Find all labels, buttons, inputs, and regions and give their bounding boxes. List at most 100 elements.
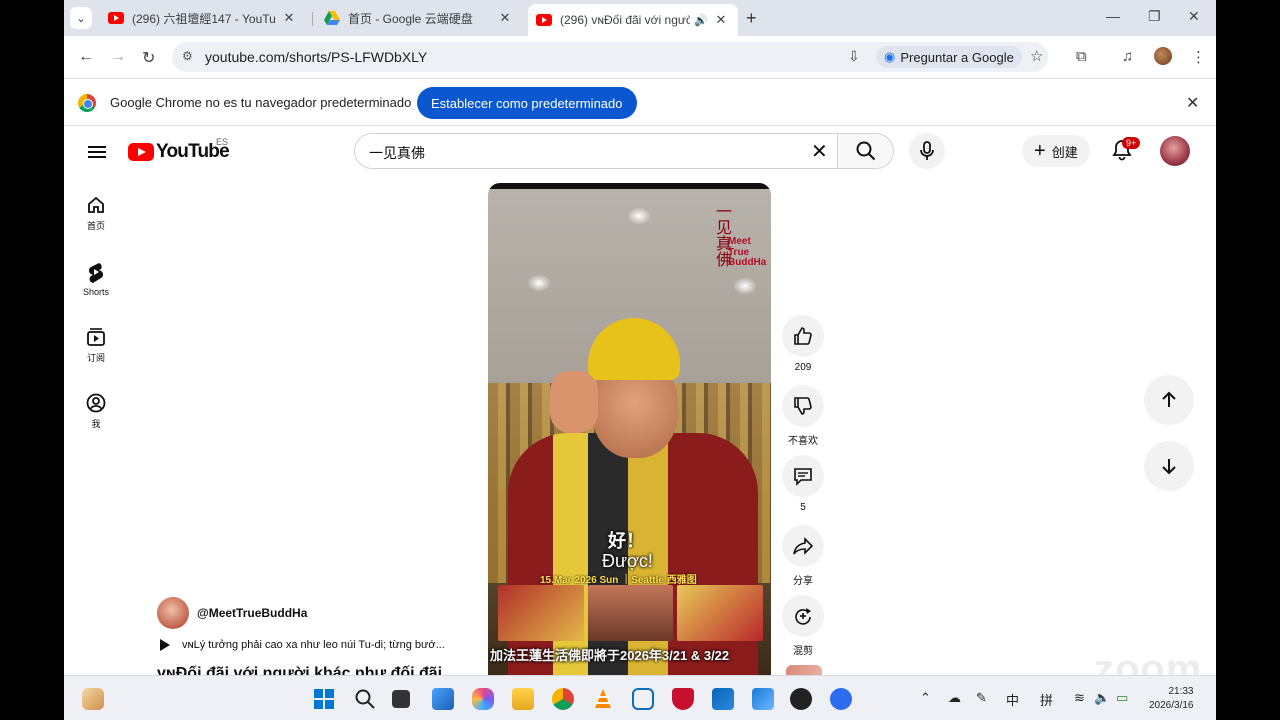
- battery-icon[interactable]: ▭: [1116, 690, 1128, 706]
- screen: ⌄ (296) 六祖壇經147 - YouTube ✕ 首页 - Google …: [64, 0, 1216, 720]
- shorts-icon: [88, 263, 104, 283]
- tab-youtube-active[interactable]: (296) vɴĐối đãi với người k 🔊 ✕: [528, 4, 738, 36]
- thumbs-up-icon: [794, 327, 812, 345]
- thumbs-down-icon: [794, 397, 812, 415]
- music-row[interactable]: vɴLý tưởng phải cao xa như leo núi Tu-di…: [160, 639, 445, 651]
- ceiling-light: [628, 208, 650, 224]
- app-cube-icon[interactable]: [632, 688, 654, 710]
- sidebar-item-subscriptions[interactable]: 订阅: [76, 327, 116, 364]
- photos-icon[interactable]: [752, 688, 774, 710]
- system-clock[interactable]: 21:33 2026/3/16: [1149, 685, 1194, 713]
- wifi-icon[interactable]: ≋: [1074, 690, 1085, 706]
- install-app-icon[interactable]: ⇩: [848, 48, 860, 65]
- search-query[interactable]: 一见真佛: [369, 143, 425, 163]
- search-taskbar-icon[interactable]: [354, 688, 376, 710]
- event-date-line: 15.Mar 2026 Sun ｜Seattle 西雅图: [540, 575, 697, 586]
- tab-title: 首页 - Google 云端硬盘: [348, 11, 473, 26]
- pen-icon[interactable]: ✎: [976, 690, 987, 706]
- arrow-down-icon: [1162, 459, 1176, 475]
- clear-search-icon[interactable]: ✕: [811, 139, 828, 164]
- tab-close-icon[interactable]: ✕: [280, 10, 298, 26]
- set-default-button[interactable]: Establecer como predeterminado: [417, 87, 637, 119]
- sidebar-label: 我: [91, 419, 101, 429]
- copilot-icon[interactable]: [472, 688, 494, 710]
- comment-action[interactable]: 5: [782, 455, 824, 513]
- remix-icon: [795, 608, 811, 625]
- channel-handle[interactable]: @MeetTrueBuddHa: [197, 606, 307, 620]
- like-action[interactable]: 209: [782, 315, 824, 373]
- ask-google-button[interactable]: ◉ Preguntar a Google: [876, 46, 1022, 68]
- channel-avatar[interactable]: [157, 597, 189, 629]
- like-button[interactable]: [782, 315, 824, 357]
- mcafee-icon[interactable]: [672, 688, 694, 710]
- plus-icon: +: [1034, 140, 1046, 162]
- comment-button[interactable]: [782, 455, 824, 497]
- window-close-icon[interactable]: ✕: [1188, 8, 1200, 25]
- dislike-action[interactable]: 不喜欢: [782, 385, 824, 447]
- extensions-icon[interactable]: ⧉: [1076, 48, 1087, 65]
- bookmark-star-icon[interactable]: ☆: [1030, 47, 1043, 65]
- remix-button[interactable]: [782, 595, 824, 637]
- youtube-logo[interactable]: YouTube: [128, 141, 230, 163]
- show-hidden-icons-chevron-icon[interactable]: ⌃: [920, 690, 931, 706]
- outlook-icon[interactable]: [712, 688, 734, 710]
- volume-icon[interactable]: 🔈: [1094, 690, 1110, 706]
- tab-close-icon[interactable]: ✕: [496, 10, 514, 26]
- clock-time: 21:33: [1168, 686, 1194, 697]
- shorts-video-player[interactable]: 一见真佛 Meet True BuddHa 好！ Được! 15.Mar 20…: [488, 183, 771, 675]
- vlc-icon[interactable]: [592, 688, 614, 710]
- store-icon[interactable]: [432, 688, 454, 710]
- site-info-icon[interactable]: ⚙: [182, 49, 193, 63]
- file-explorer-icon[interactable]: [512, 688, 534, 710]
- youtube-page: YouTube ES 一见真佛 ✕ + 创建 9+ 首页 Shorts 订阅 我…: [64, 127, 1216, 675]
- address-bar[interactable]: ⚙ youtube.com/shorts/PS-LFWDbXLY ⇩ ◉ Pre…: [172, 42, 1048, 72]
- chrome-taskbar-icon[interactable]: [552, 688, 574, 710]
- zoom-watermark: zoom: [1094, 647, 1203, 675]
- create-button[interactable]: + 创建: [1022, 135, 1090, 167]
- promo-thumbnail: [587, 585, 674, 641]
- dislike-button[interactable]: [782, 385, 824, 427]
- tab-search-dropdown[interactable]: ⌄: [70, 7, 92, 29]
- chrome-logo-icon: [78, 94, 96, 112]
- reload-icon[interactable]: ↻: [142, 48, 155, 68]
- ime-pinyin[interactable]: 拼: [1040, 690, 1053, 709]
- previous-short-button[interactable]: [1144, 375, 1194, 425]
- remix-action[interactable]: 混剪: [782, 595, 824, 657]
- search-input[interactable]: 一见真佛 ✕: [354, 133, 838, 169]
- restore-icon[interactable]: ❐: [1148, 8, 1161, 25]
- hamburger-menu-icon[interactable]: [88, 143, 106, 161]
- subtitle-vietnamese: Được!: [602, 551, 653, 571]
- start-icon[interactable]: [313, 688, 335, 710]
- url-text[interactable]: youtube.com/shorts/PS-LFWDbXLY: [205, 49, 427, 65]
- forward-icon[interactable]: →: [110, 48, 126, 66]
- infobar-close-icon[interactable]: ✕: [1186, 93, 1199, 113]
- tab-youtube-1[interactable]: (296) 六祖壇經147 - YouTube ✕: [100, 4, 306, 32]
- account-avatar[interactable]: [1160, 136, 1190, 166]
- minimize-icon[interactable]: —: [1106, 8, 1120, 24]
- tab-close-icon[interactable]: ✕: [712, 12, 730, 28]
- browser-profile-avatar[interactable]: [1154, 47, 1172, 65]
- next-short-button[interactable]: [1144, 441, 1194, 491]
- back-icon[interactable]: ←: [78, 48, 94, 66]
- promo-thumbnail: [498, 585, 584, 641]
- voice-search-button[interactable]: [909, 133, 945, 169]
- task-view-icon[interactable]: [392, 690, 410, 708]
- home-icon: [88, 196, 104, 213]
- sidebar-item-shorts[interactable]: Shorts: [76, 261, 116, 297]
- media-player-icon[interactable]: [790, 688, 812, 710]
- next-short-thumbnail[interactable]: [786, 665, 822, 675]
- ime-chinese[interactable]: 中: [1006, 690, 1019, 709]
- new-tab-button[interactable]: +: [746, 8, 757, 29]
- cloud-sync-icon[interactable]: ☁: [948, 690, 961, 706]
- tab-google-drive[interactable]: 首页 - Google 云端硬盘 ✕: [316, 4, 522, 32]
- sidebar-item-you[interactable]: 我: [76, 393, 116, 430]
- zoom-icon[interactable]: [830, 688, 852, 710]
- share-button[interactable]: [782, 525, 824, 567]
- widgets-icon[interactable]: [82, 688, 104, 710]
- media-control-icon[interactable]: ♫: [1122, 48, 1133, 65]
- menu-kebab-icon[interactable]: ⋮: [1191, 48, 1206, 66]
- share-action[interactable]: 分享: [782, 525, 824, 587]
- sidebar-item-home[interactable]: 首页: [76, 195, 116, 232]
- search-button[interactable]: [838, 133, 894, 169]
- audio-playing-icon[interactable]: 🔊: [694, 14, 708, 27]
